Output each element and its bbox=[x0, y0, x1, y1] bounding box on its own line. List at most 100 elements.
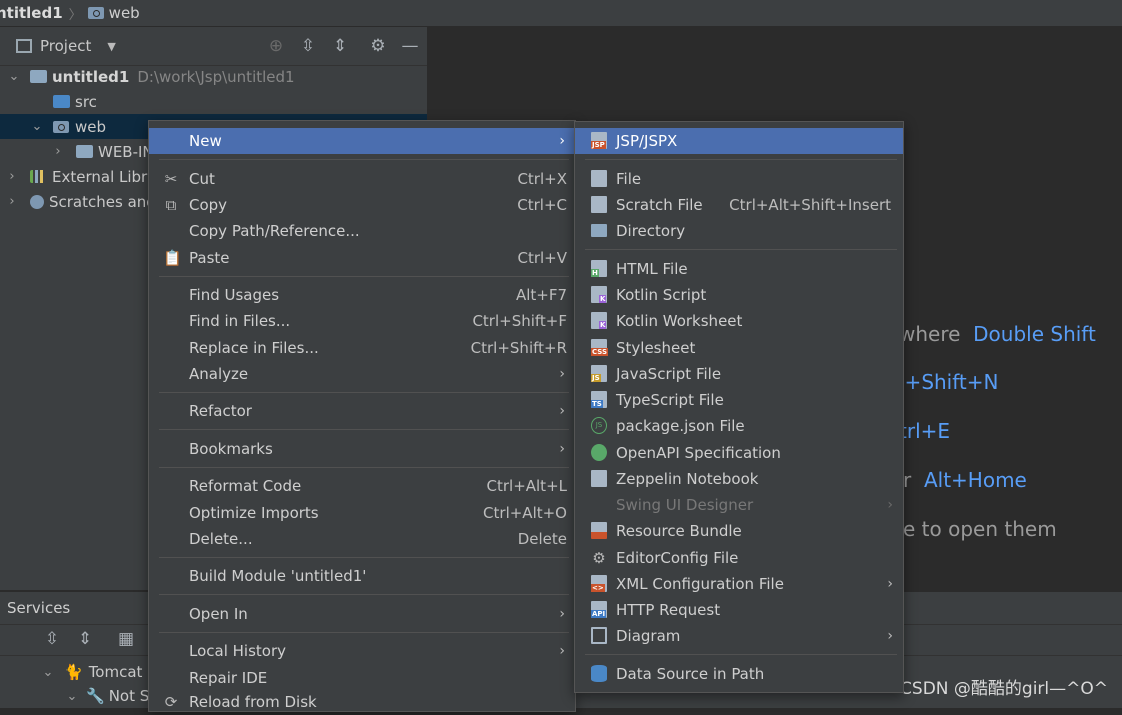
project-panel-title[interactable]: Project bbox=[40, 37, 91, 55]
chevron-down-icon[interactable]: ▼ bbox=[107, 40, 115, 53]
chevron-right-icon[interactable]: › bbox=[6, 194, 18, 209]
submenu-item-file[interactable]: File bbox=[575, 166, 903, 192]
menu-item-delete[interactable]: Delete... Delete bbox=[149, 526, 575, 552]
tree-item-module[interactable]: ⌄ untitled1 D:\work\Jsp\untitled1 bbox=[0, 64, 427, 89]
menu-item-find-usages[interactable]: Find Usages Alt+F7 bbox=[149, 282, 575, 308]
chevron-down-icon[interactable]: ⌄ bbox=[42, 665, 54, 680]
scratch-file-icon bbox=[591, 196, 607, 213]
menu-separator bbox=[159, 594, 569, 595]
tree-item-src[interactable]: src bbox=[0, 89, 427, 114]
menu-item-reload-from-disk[interactable]: ⟳ Reload from Disk bbox=[149, 689, 575, 715]
menu-item-label: Bookmarks bbox=[189, 440, 273, 458]
file-badge: API bbox=[591, 610, 607, 618]
menu-item-build-module[interactable]: Build Module 'untitled1' bbox=[149, 563, 575, 589]
chevron-right-icon[interactable]: › bbox=[6, 169, 18, 184]
submenu-item-label: Resource Bundle bbox=[616, 522, 742, 540]
chevron-right-icon[interactable]: › bbox=[52, 144, 64, 159]
menu-item-local-history[interactable]: Local History › bbox=[149, 638, 575, 664]
menu-item-refactor[interactable]: Refactor › bbox=[149, 398, 575, 424]
services-row-not-started[interactable]: ⌄ 🔧 Not S bbox=[0, 684, 150, 708]
submenu-item-swing-ui-designer[interactable]: Swing UI Designer › bbox=[575, 492, 903, 518]
submenu-item-data-source[interactable]: Data Source in Path bbox=[575, 661, 903, 687]
submenu-item-openapi[interactable]: OpenAPI Specification bbox=[575, 440, 903, 466]
menu-item-shortcut: Ctrl+X bbox=[517, 170, 567, 188]
submenu-item-kotlin-worksheet[interactable]: K Kotlin Worksheet bbox=[575, 308, 903, 334]
submenu-item-label: Kotlin Script bbox=[616, 286, 707, 304]
menu-item-copy-path[interactable]: Copy Path/Reference... bbox=[149, 218, 575, 244]
expand-all-icon[interactable]: ⇳ bbox=[299, 37, 317, 55]
gear-icon: ⚙ bbox=[592, 549, 606, 567]
submenu-item-directory[interactable]: Directory bbox=[575, 218, 903, 244]
menu-item-analyze[interactable]: Analyze › bbox=[149, 361, 575, 387]
menu-item-bookmarks[interactable]: Bookmarks › bbox=[149, 436, 575, 462]
submenu-item-stylesheet[interactable]: CSS Stylesheet bbox=[575, 335, 903, 361]
tree-item-label: External Libra bbox=[52, 167, 157, 186]
submenu-item-shortcut: Ctrl+Alt+Shift+Insert bbox=[729, 196, 891, 214]
menu-item-shortcut: Ctrl+Shift+F bbox=[472, 312, 567, 330]
submenu-item-kotlin-script[interactable]: K Kotlin Script bbox=[575, 282, 903, 308]
hint-text: r bbox=[903, 468, 912, 492]
hint-shortcut: Double Shift bbox=[973, 322, 1096, 346]
submenu-item-zeppelin[interactable]: Zeppelin Notebook bbox=[575, 466, 903, 492]
submenu-item-label: Data Source in Path bbox=[616, 665, 765, 683]
submenu-item-typescript[interactable]: TS TypeScript File bbox=[575, 387, 903, 413]
hint-shortcut: l+Shift+N bbox=[899, 370, 999, 394]
submenu-item-xml-configuration[interactable]: <> XML Configuration File › bbox=[575, 571, 903, 597]
menu-item-new[interactable]: New › bbox=[149, 128, 575, 154]
submenu-item-http-request[interactable]: API HTTP Request bbox=[575, 597, 903, 623]
submenu-item-package-json[interactable]: JS package.json File bbox=[575, 413, 903, 439]
openapi-icon bbox=[591, 444, 607, 461]
menu-item-label: Build Module 'untitled1' bbox=[189, 567, 367, 585]
breadcrumb-folder[interactable]: web bbox=[87, 4, 140, 22]
menu-item-label: Delete... bbox=[189, 530, 253, 548]
submenu-item-label: EditorConfig File bbox=[616, 549, 739, 567]
menu-item-open-in[interactable]: Open In › bbox=[149, 601, 575, 627]
context-menu: New › ✂ Cut Ctrl+X ⧉ Copy Ctrl+C Copy Pa… bbox=[148, 120, 576, 712]
minimize-icon[interactable]: — bbox=[401, 37, 419, 55]
submenu-item-javascript[interactable]: JS JavaScript File bbox=[575, 361, 903, 387]
chevron-right-icon: › bbox=[887, 497, 893, 513]
locate-icon[interactable]: ⊕ bbox=[267, 37, 285, 55]
file-icon bbox=[591, 170, 607, 187]
submenu-item-editorconfig[interactable]: ⚙ EditorConfig File bbox=[575, 545, 903, 571]
wrench-icon: 🔧 bbox=[86, 687, 105, 705]
submenu-item-scratch-file[interactable]: Scratch File Ctrl+Alt+Shift+Insert bbox=[575, 192, 903, 218]
menu-item-cut[interactable]: ✂ Cut Ctrl+X bbox=[149, 166, 575, 192]
gear-icon[interactable]: ⚙ bbox=[369, 37, 387, 55]
file-badge: JS bbox=[591, 374, 601, 382]
expand-all-icon[interactable]: ⇳ bbox=[43, 630, 61, 648]
submenu-item-label: HTML File bbox=[616, 260, 688, 278]
menu-item-repair-ide[interactable]: Repair IDE bbox=[149, 665, 575, 691]
chevron-down-icon[interactable]: ⌄ bbox=[66, 689, 78, 704]
breadcrumb-separator-icon: 〉 bbox=[68, 7, 82, 23]
menu-item-find-in-files[interactable]: Find in Files... Ctrl+Shift+F bbox=[149, 308, 575, 334]
collapse-all-icon[interactable]: ⇕ bbox=[331, 37, 349, 55]
services-row-tomcat[interactable]: ⌄ 🐈 Tomcat bbox=[0, 660, 143, 684]
menu-item-reformat-code[interactable]: Reformat Code Ctrl+Alt+L bbox=[149, 473, 575, 499]
breadcrumb-project[interactable]: ntitled1 bbox=[0, 4, 63, 22]
submenu-item-html[interactable]: H HTML File bbox=[575, 256, 903, 282]
services-title[interactable]: Services bbox=[7, 599, 70, 617]
menu-item-replace-in-files[interactable]: Replace in Files... Ctrl+Shift+R bbox=[149, 335, 575, 361]
menu-separator bbox=[585, 654, 897, 655]
menu-item-copy[interactable]: ⧉ Copy Ctrl+C bbox=[149, 192, 575, 218]
menu-item-paste[interactable]: 📋 Paste Ctrl+V bbox=[149, 245, 575, 271]
chevron-right-icon: › bbox=[559, 403, 565, 419]
folder-icon bbox=[591, 224, 607, 237]
menu-separator bbox=[585, 159, 897, 160]
scissors-icon: ✂ bbox=[164, 170, 178, 188]
menu-separator bbox=[159, 467, 569, 468]
submenu-item-label: JavaScript File bbox=[616, 365, 722, 383]
submenu-item-diagram[interactable]: Diagram › bbox=[575, 623, 903, 649]
project-panel-header: Project ▼ ⊕ ⇳ ⇕ ⚙ — bbox=[0, 27, 427, 66]
menu-item-optimize-imports[interactable]: Optimize Imports Ctrl+Alt+O bbox=[149, 500, 575, 526]
submenu-item-jsp[interactable]: JSP JSP/JSPX bbox=[575, 128, 903, 154]
chevron-down-icon[interactable]: ⌄ bbox=[8, 69, 20, 84]
menu-item-shortcut: Ctrl+Alt+L bbox=[486, 477, 568, 495]
collapse-all-icon[interactable]: ⇕ bbox=[76, 630, 94, 648]
chevron-down-icon[interactable]: ⌄ bbox=[31, 119, 43, 134]
group-by-icon[interactable]: ▦ bbox=[117, 630, 135, 648]
chevron-right-icon: › bbox=[559, 441, 565, 457]
submenu-item-resource-bundle[interactable]: Resource Bundle bbox=[575, 518, 903, 544]
menu-separator bbox=[159, 557, 569, 558]
